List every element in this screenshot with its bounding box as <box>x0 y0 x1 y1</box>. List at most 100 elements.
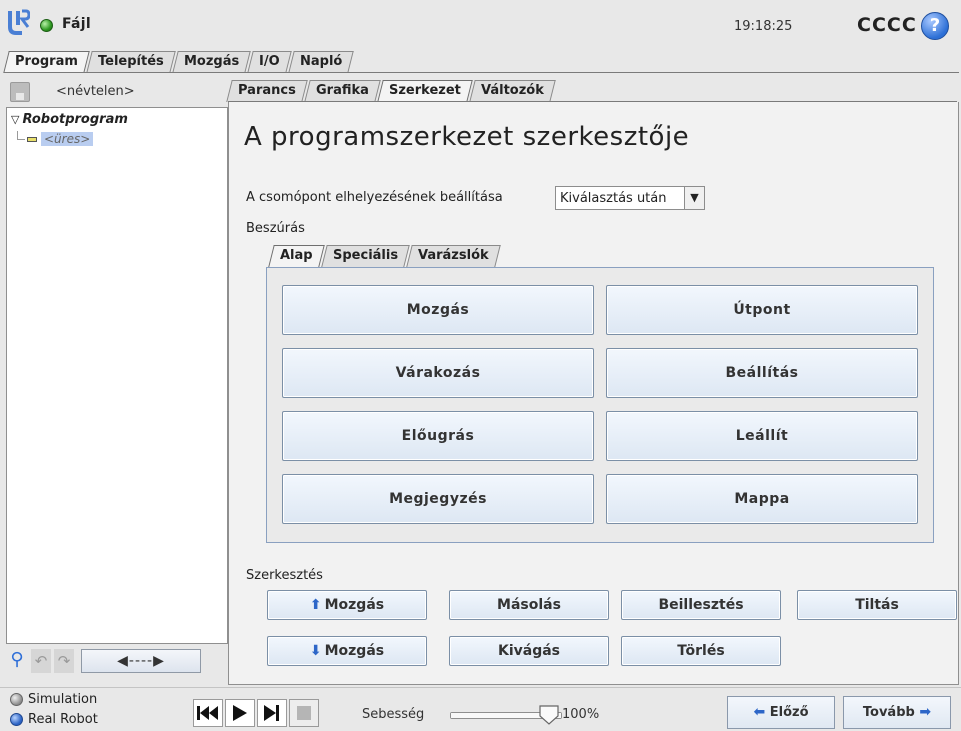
insert-tabs: Alap Speciális Varázslók <box>268 245 501 267</box>
insert-set-button[interactable]: Beállítás <box>606 348 918 398</box>
tab-graphics[interactable]: Grafika <box>304 80 381 102</box>
step-icon <box>264 705 279 721</box>
robot-name: CCCC <box>857 14 917 36</box>
delete-button[interactable]: Törlés <box>621 636 781 666</box>
tab-label: Parancs <box>238 83 296 98</box>
move-up-label: Mozgás <box>324 597 385 613</box>
tab-label: Változók <box>480 83 544 98</box>
arrow-right-icon: ➡ <box>919 704 932 720</box>
play-button[interactable] <box>225 699 255 727</box>
tab-label: I/O <box>258 54 280 69</box>
copy-button[interactable]: Másolás <box>449 590 609 620</box>
program-tree[interactable]: ▽ Robotprogram <üres> <box>6 107 228 644</box>
tab-variables[interactable]: Változók <box>468 80 556 102</box>
tree-child-node[interactable]: <üres> <box>17 130 94 148</box>
insert-comment-button[interactable]: Megjegyzés <box>282 474 594 524</box>
move-down-button[interactable]: ⬇ Mozgás <box>267 636 427 666</box>
tree-connector <box>17 130 25 140</box>
tab-move[interactable]: Mozgás <box>171 51 251 73</box>
title-bar: Fájl 19:18:25 CCCC ? <box>0 0 961 50</box>
simulation-option[interactable]: Simulation <box>10 692 97 707</box>
ur-logo-icon <box>8 9 30 35</box>
tab-label: Grafika <box>315 83 369 98</box>
tab-label: Speciális <box>332 248 398 263</box>
tree-root-node[interactable]: ▽ Robotprogram <box>11 112 128 127</box>
file-menu[interactable]: Fájl <box>62 16 91 32</box>
insert-waypoint-button[interactable]: Útpont <box>606 285 918 335</box>
robot-status-icon <box>40 19 53 32</box>
redo-icon[interactable]: ↷ <box>54 649 74 673</box>
clock: 19:18:25 <box>734 19 793 34</box>
polyscope-window: Fájl 19:18:25 CCCC ? Program Telepítés M… <box>0 0 961 731</box>
previous-label: Előző <box>769 705 809 720</box>
simulation-label: Simulation <box>28 692 98 707</box>
insert-move-button[interactable]: Mozgás <box>282 285 594 335</box>
empty-node-icon <box>27 136 37 142</box>
chevron-down-icon[interactable]: ▼ <box>684 187 704 209</box>
step-button[interactable] <box>257 699 287 727</box>
cut-button[interactable]: Kivágás <box>449 636 609 666</box>
edit-label: Szerkesztés <box>246 568 323 583</box>
insert-wait-button[interactable]: Várakozás <box>282 348 594 398</box>
tab-label: Telepítés <box>97 54 164 69</box>
tab-label: Alap <box>280 248 313 263</box>
expand-triangle-icon[interactable]: ▽ <box>11 113 19 126</box>
undo-icon[interactable]: ↶ <box>31 649 51 673</box>
tab-basic[interactable]: Alap <box>268 245 325 267</box>
tab-io[interactable]: I/O <box>247 51 292 73</box>
rewind-icon <box>197 706 218 720</box>
expand-collapse-button[interactable]: ◀----▶ <box>81 649 201 673</box>
move-up-button[interactable]: ⬆ Mozgás <box>267 590 427 620</box>
save-icon[interactable] <box>10 82 30 102</box>
program-header: <névtelen> <box>8 80 226 104</box>
tab-label: Varázslók <box>417 248 489 263</box>
simulation-radio-icon[interactable] <box>10 693 23 706</box>
real-robot-option[interactable]: Real Robot <box>10 712 98 727</box>
tab-divider <box>4 72 959 73</box>
move-down-label: Mozgás <box>324 643 385 659</box>
tree-toolbar: ⚲ ↶ ↷ ◀----▶ <box>6 648 228 674</box>
rewind-button[interactable] <box>193 699 223 727</box>
tab-advanced[interactable]: Speciális <box>320 245 410 267</box>
tab-command[interactable]: Parancs <box>226 80 308 102</box>
real-robot-label: Real Robot <box>28 712 98 727</box>
insert-folder-button[interactable]: Mappa <box>606 474 918 524</box>
stop-icon <box>297 706 311 720</box>
search-icon[interactable]: ⚲ <box>6 649 28 673</box>
previous-button[interactable]: ⬅ Előző <box>727 696 835 729</box>
insert-label: Beszúrás <box>246 221 305 236</box>
arrow-down-icon: ⬇ <box>309 643 322 659</box>
bottom-bar: Simulation Real Robot Sebesség 100% ⬅ El… <box>0 687 961 731</box>
tab-label: Napló <box>299 54 342 69</box>
tab-label: Program <box>15 54 78 69</box>
speed-slider-thumb[interactable] <box>538 704 560 726</box>
tab-structure[interactable]: Szerkezet <box>377 80 473 102</box>
sub-tabs: Parancs Grafika Szerkezet Változók <box>226 80 556 102</box>
tab-wizards[interactable]: Varázslók <box>405 245 501 267</box>
tab-program[interactable]: Program <box>3 51 90 73</box>
suppress-button[interactable]: Tiltás <box>797 590 957 620</box>
next-button[interactable]: Tovább ➡ <box>843 696 951 729</box>
placement-dropdown[interactable]: Kiválasztás után ▼ <box>555 186 705 210</box>
tree-child-label: <üres> <box>41 132 94 146</box>
arrow-up-icon: ⬆ <box>309 597 322 613</box>
program-name: <névtelen> <box>56 84 135 99</box>
speed-value: 100% <box>562 707 600 722</box>
real-robot-radio-icon[interactable] <box>10 713 23 726</box>
structure-panel: A programszerkezet szerkesztője A csomóp… <box>228 102 959 685</box>
help-icon[interactable]: ? <box>921 12 949 40</box>
play-icon <box>233 705 247 721</box>
paste-button[interactable]: Beillesztés <box>621 590 781 620</box>
tab-log[interactable]: Napló <box>287 51 354 73</box>
tab-label: Mozgás <box>183 54 239 69</box>
speed-label: Sebesség <box>362 707 425 722</box>
placement-label: A csomópont elhelyezésének beállítása <box>246 190 503 205</box>
tab-installation[interactable]: Telepítés <box>86 51 176 73</box>
placement-value: Kiválasztás után <box>560 190 667 206</box>
stop-button[interactable] <box>289 699 319 727</box>
insert-halt-button[interactable]: Leállít <box>606 411 918 461</box>
insert-popup-button[interactable]: Előugrás <box>282 411 594 461</box>
main-tabs: Program Telepítés Mozgás I/O Napló <box>3 51 354 73</box>
arrow-left-icon: ⬅ <box>753 704 766 720</box>
page-title: A programszerkezet szerkesztője <box>244 122 690 152</box>
